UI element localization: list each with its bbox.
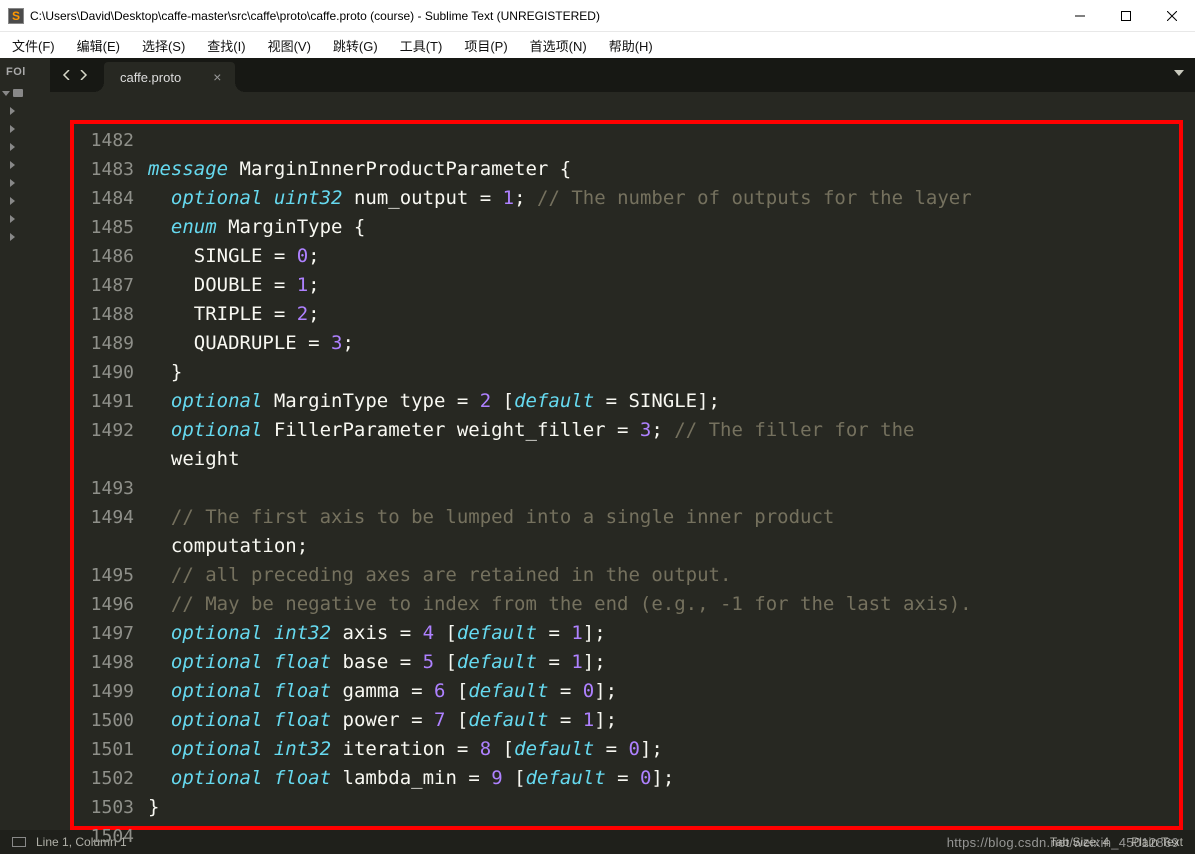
sidebar-header: FOl [0,64,50,84]
chevron-right-icon [10,179,15,187]
workspace: FOl [0,58,1195,830]
menu-prefs[interactable]: 首选项(N) [524,34,593,57]
menu-tools[interactable]: 工具(T) [394,34,449,57]
tree-row[interactable] [0,156,50,174]
menu-find[interactable]: 查找(I) [201,34,251,57]
tab-label: caffe.proto [120,70,181,85]
window-controls [1057,0,1195,32]
main: caffe.proto × 14821483148414851486148714… [50,58,1195,830]
tab-caffe-proto[interactable]: caffe.proto × [104,62,235,92]
sidebar[interactable]: FOl [0,58,50,830]
titlebar: S C:\Users\David\Desktop\caffe-master\sr… [0,0,1195,32]
menu-project[interactable]: 项目(P) [458,34,513,57]
tree-row[interactable] [0,102,50,120]
menu-file[interactable]: 文件(F) [6,34,61,57]
gutter: 1482148314841485148614871488148914901491… [74,124,148,826]
panel-icon[interactable] [12,837,26,847]
chevron-right-icon [10,215,15,223]
editor-wrap: 1482148314841485148614871488148914901491… [50,92,1195,830]
menu-select[interactable]: 选择(S) [136,34,191,57]
tree-row[interactable] [0,210,50,228]
maximize-button[interactable] [1103,0,1149,32]
nav-forward-icon[interactable] [76,68,90,82]
tree-row[interactable] [0,84,50,102]
app-icon: S [8,8,24,24]
chevron-right-icon [10,233,15,241]
watermark: https://blog.csdn.net/weixin_45012869 [947,835,1179,850]
menu-help[interactable]: 帮助(H) [603,34,659,57]
editor[interactable]: 1482148314841485148614871488148914901491… [70,120,1183,830]
chevron-right-icon [10,107,15,115]
folder-icon [13,89,23,97]
minimize-button[interactable] [1057,0,1103,32]
tabbar-overflow-icon[interactable] [1173,66,1185,84]
close-button[interactable] [1149,0,1195,32]
nav-arrows [60,58,90,92]
menu-edit[interactable]: 编辑(E) [71,34,126,57]
chevron-right-icon [10,197,15,205]
chevron-right-icon [10,125,15,133]
tree-row[interactable] [0,138,50,156]
tree-row[interactable] [0,120,50,138]
nav-back-icon[interactable] [60,68,74,82]
chevron-right-icon [10,143,15,151]
chevron-down-icon [2,91,10,96]
menu-view[interactable]: 视图(V) [262,34,317,57]
menu-goto[interactable]: 跳转(G) [327,34,384,57]
code-area[interactable]: message MarginInnerProductParameter { op… [148,124,1179,826]
window-title: C:\Users\David\Desktop\caffe-master\src\… [30,9,1057,23]
tree-row[interactable] [0,228,50,246]
menubar: 文件(F) 编辑(E) 选择(S) 查找(I) 视图(V) 跳转(G) 工具(T… [0,32,1195,58]
tree-row[interactable] [0,192,50,210]
chevron-right-icon [10,161,15,169]
tab-close-icon[interactable]: × [213,69,221,85]
tabbar: caffe.proto × [50,58,1195,92]
tree-row[interactable] [0,174,50,192]
